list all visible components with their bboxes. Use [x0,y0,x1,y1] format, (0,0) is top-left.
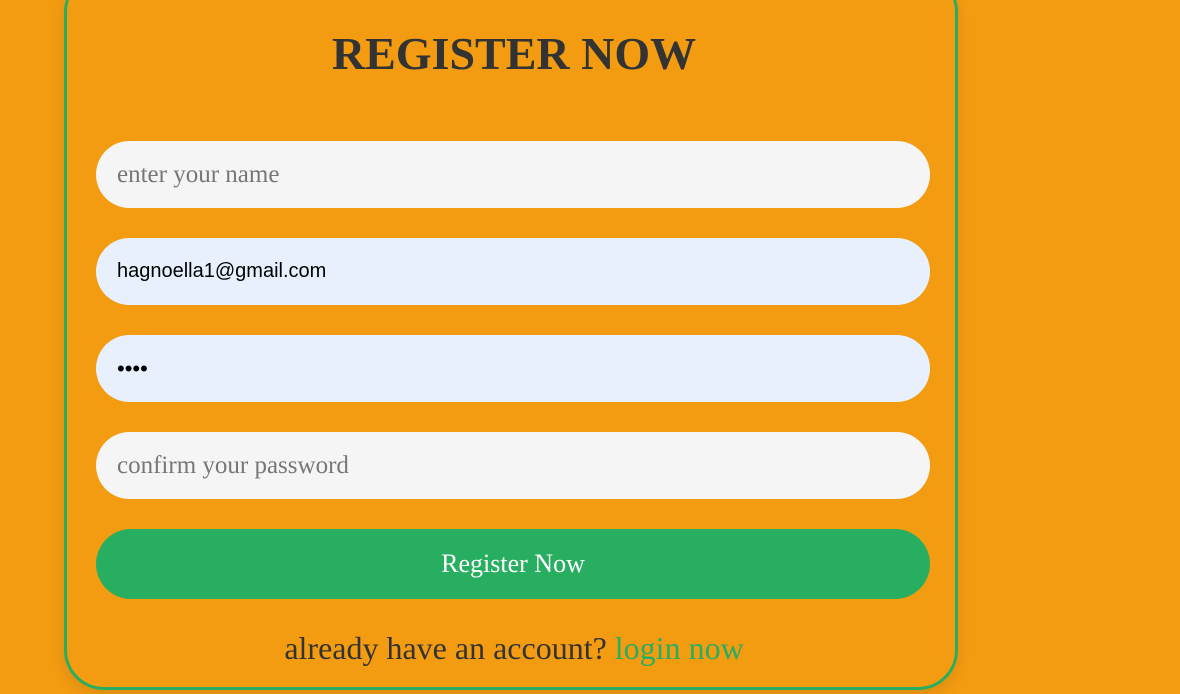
password-input[interactable] [96,335,930,402]
register-button[interactable]: Register Now [96,529,930,599]
login-link[interactable]: login now [615,630,744,666]
email-input[interactable] [96,238,930,305]
register-page: REGISTER NOW Register Now already have a… [0,0,1180,694]
login-prompt: already have an account? login now [0,626,1028,670]
name-input[interactable] [96,141,930,208]
form-title: REGISTER NOW [331,28,697,79]
login-prompt-text: already have an account? [284,630,607,666]
confirm-password-input[interactable] [96,432,930,499]
